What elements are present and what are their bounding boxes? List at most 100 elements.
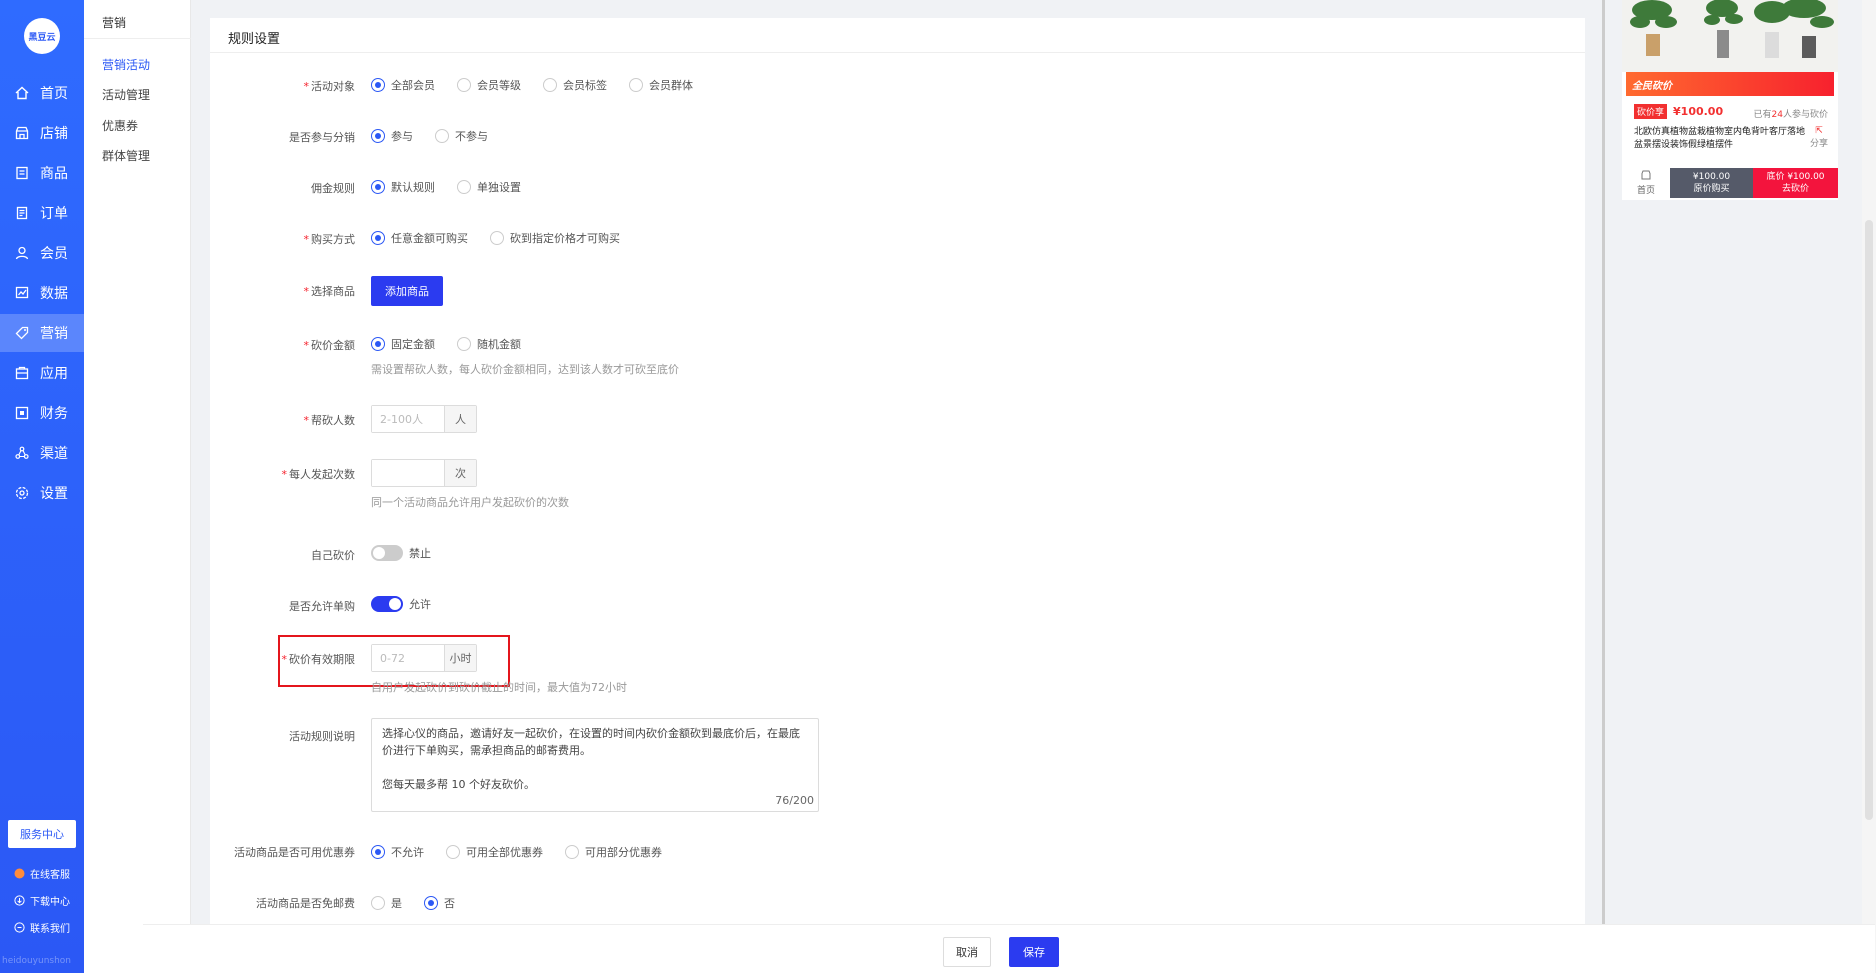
store-icon bbox=[1641, 170, 1651, 183]
preview-phone: 全民砍价 砍价享 ¥100.00 已有24人参与砍价 北欧仿真植物盆栽植物室内龟… bbox=[1622, 0, 1838, 200]
member-icon bbox=[14, 245, 30, 261]
self-cut-switch[interactable] bbox=[371, 545, 403, 561]
brand-logo[interactable]: 黑豆云 bbox=[24, 18, 60, 54]
amount-label: * 砍价金额 bbox=[303, 339, 356, 352]
nav-item-label: 商品 bbox=[40, 166, 68, 182]
single-buy-label: 是否允许单购 bbox=[289, 600, 355, 613]
nav-item-channel[interactable]: 渠道 bbox=[0, 434, 84, 472]
coupon-label: 活动商品是否可用优惠券 bbox=[234, 846, 355, 859]
commission-radio-group: 默认规则 单独设置 bbox=[371, 179, 543, 195]
validity-input-group: 0-72 小时 bbox=[371, 644, 477, 672]
coupon-radio-group: 不允许 可用全部优惠券 可用部分优惠券 bbox=[371, 844, 684, 860]
sub-nav: 营销 营销活动 活动管理 优惠券 群体管理 bbox=[84, 0, 191, 973]
cancel-button[interactable]: 取消 bbox=[943, 937, 991, 967]
nav-item-finance[interactable]: 财务 bbox=[0, 394, 84, 432]
free-ship-option-yes[interactable]: 是 bbox=[371, 895, 402, 911]
preview-action-bar: 首页 ¥100.00 原价购买 底价 ¥100.00 去砍价 bbox=[1622, 168, 1838, 198]
purchase-option-any[interactable]: 任意金额可购买 bbox=[371, 230, 468, 246]
contact-us-link[interactable]: 联系我们 bbox=[14, 920, 70, 935]
helpers-unit: 人 bbox=[444, 406, 476, 432]
coupon-option-partial[interactable]: 可用部分优惠券 bbox=[565, 844, 662, 860]
share-button[interactable]: ⇱ 分享 bbox=[1810, 126, 1828, 149]
download-icon bbox=[14, 894, 26, 907]
bargain-tag: 砍价享 bbox=[1634, 104, 1668, 119]
service-center-button[interactable]: 服务中心 bbox=[8, 820, 76, 848]
target-option-level[interactable]: 会员等级 bbox=[457, 77, 521, 93]
brand-footer-text: heidouyunshon bbox=[2, 956, 72, 966]
single-buy-switch[interactable] bbox=[371, 596, 403, 612]
order-icon bbox=[14, 205, 30, 221]
helpers-control: 2-100人 人 bbox=[371, 405, 477, 433]
distribution-radio-group: 参与 不参与 bbox=[371, 128, 510, 144]
rules-label: 活动规则说明 bbox=[289, 730, 355, 743]
nav-item-apps[interactable]: 应用 bbox=[0, 354, 84, 392]
online-service-link[interactable]: 在线客服 bbox=[14, 866, 70, 881]
form-footer: 取消 保存 bbox=[143, 924, 1875, 973]
nav-item-store[interactable]: 店铺 bbox=[0, 114, 84, 152]
nav-item-marketing[interactable]: 营销 bbox=[0, 314, 84, 352]
nav-item-label: 订单 bbox=[40, 206, 68, 222]
purchase-label: * 购买方式 bbox=[303, 233, 356, 246]
sub-nav-item-marketing-activity[interactable]: 营销活动 bbox=[102, 56, 150, 73]
coupon-option-all[interactable]: 可用全部优惠券 bbox=[446, 844, 543, 860]
preview-gutter bbox=[1585, 0, 1605, 924]
times-unit: 次 bbox=[444, 460, 476, 486]
purchase-radio-group: 任意金额可购买 砍到指定价格才可购买 bbox=[371, 230, 642, 246]
nav-item-data[interactable]: 数据 bbox=[0, 274, 84, 312]
save-button[interactable]: 保存 bbox=[1009, 937, 1059, 967]
contact-icon bbox=[14, 921, 26, 934]
single-buy-control: 允许 bbox=[371, 596, 431, 612]
target-radio-group: 全部会员 会员等级 会员标签 会员群体 bbox=[371, 77, 715, 93]
add-goods-button[interactable]: 添加商品 bbox=[371, 276, 443, 306]
channel-icon bbox=[14, 445, 30, 461]
target-label: * 活动对象 bbox=[303, 80, 356, 93]
finance-icon bbox=[14, 405, 30, 421]
distribution-option-not-join[interactable]: 不参与 bbox=[435, 128, 488, 144]
original-price-button[interactable]: ¥100.00 原价购买 bbox=[1670, 168, 1753, 198]
times-input[interactable] bbox=[372, 460, 444, 486]
nav-item-home[interactable]: 首页 bbox=[0, 74, 84, 112]
app-icon bbox=[14, 365, 30, 381]
validity-label: * 砍价有效期限 bbox=[281, 653, 356, 666]
sub-nav-item-coupons[interactable]: 优惠券 bbox=[102, 117, 138, 134]
validity-input[interactable]: 0-72 bbox=[372, 645, 444, 671]
target-option-all[interactable]: 全部会员 bbox=[371, 77, 435, 93]
scrollbar[interactable] bbox=[1862, 0, 1876, 973]
online-service-label: 在线客服 bbox=[30, 870, 70, 881]
download-center-label: 下载中心 bbox=[30, 897, 70, 908]
nav-item-label: 渠道 bbox=[40, 446, 68, 462]
rules-textarea[interactable]: 选择心仪的商品，邀请好友一起砍价，在设置的时间内砍价金额砍到最底价后，在最底 价… bbox=[371, 718, 819, 812]
product-image bbox=[1622, 0, 1838, 72]
times-input-group: 次 bbox=[371, 459, 477, 487]
product-name: 北欧仿真植物盆栽植物室内龟背叶客厅落地盆景摆设装饰假绿植摆件 bbox=[1634, 127, 1806, 150]
rules-line: 价进行下单购买，需承担商品的邮寄费用。 bbox=[382, 744, 591, 757]
free-ship-option-no[interactable]: 否 bbox=[424, 895, 455, 911]
scrollbar-thumb[interactable] bbox=[1865, 220, 1873, 820]
sub-nav-item-activity-management[interactable]: 活动管理 bbox=[102, 86, 150, 103]
helpers-input[interactable]: 2-100人 bbox=[372, 406, 444, 432]
commission-option-default[interactable]: 默认规则 bbox=[371, 179, 435, 195]
rule-settings-card: 规则设置 * 活动对象 全部会员 会员等级 会员标签 会员群体 是否参与分销 参与… bbox=[210, 18, 1585, 928]
self-cut-status: 禁止 bbox=[409, 547, 431, 560]
nav-item-settings[interactable]: 设置 bbox=[0, 474, 84, 512]
amount-hint: 需设置帮砍人数，每人砍价金额相同，达到该人数才可砍至底价 bbox=[371, 363, 679, 376]
nav-item-goods[interactable]: 商品 bbox=[0, 154, 84, 192]
nav-item-member[interactable]: 会员 bbox=[0, 234, 84, 272]
preview-home-button[interactable]: 首页 bbox=[1622, 168, 1670, 198]
go-bargain-button[interactable]: 底价 ¥100.00 去砍价 bbox=[1753, 168, 1838, 198]
rules-line: 您每天最多帮 10 个好友砍价。 bbox=[382, 778, 535, 791]
nav-item-order[interactable]: 订单 bbox=[0, 194, 84, 232]
commission-option-custom[interactable]: 单独设置 bbox=[457, 179, 521, 195]
goods-control: 添加商品 bbox=[371, 276, 443, 306]
purchase-option-target-price[interactable]: 砍到指定价格才可购买 bbox=[490, 230, 620, 246]
target-option-group[interactable]: 会员群体 bbox=[629, 77, 693, 93]
amount-option-random[interactable]: 随机金额 bbox=[457, 336, 521, 352]
download-center-link[interactable]: 下载中心 bbox=[14, 893, 70, 908]
distribution-option-join[interactable]: 参与 bbox=[371, 128, 413, 144]
share-icon: ⇱ bbox=[1815, 126, 1823, 136]
amount-option-fixed[interactable]: 固定金额 bbox=[371, 336, 435, 352]
target-option-tag[interactable]: 会员标签 bbox=[543, 77, 607, 93]
home-icon bbox=[14, 85, 30, 101]
sub-nav-item-group-management[interactable]: 群体管理 bbox=[102, 147, 150, 164]
coupon-option-none[interactable]: 不允许 bbox=[371, 844, 424, 860]
